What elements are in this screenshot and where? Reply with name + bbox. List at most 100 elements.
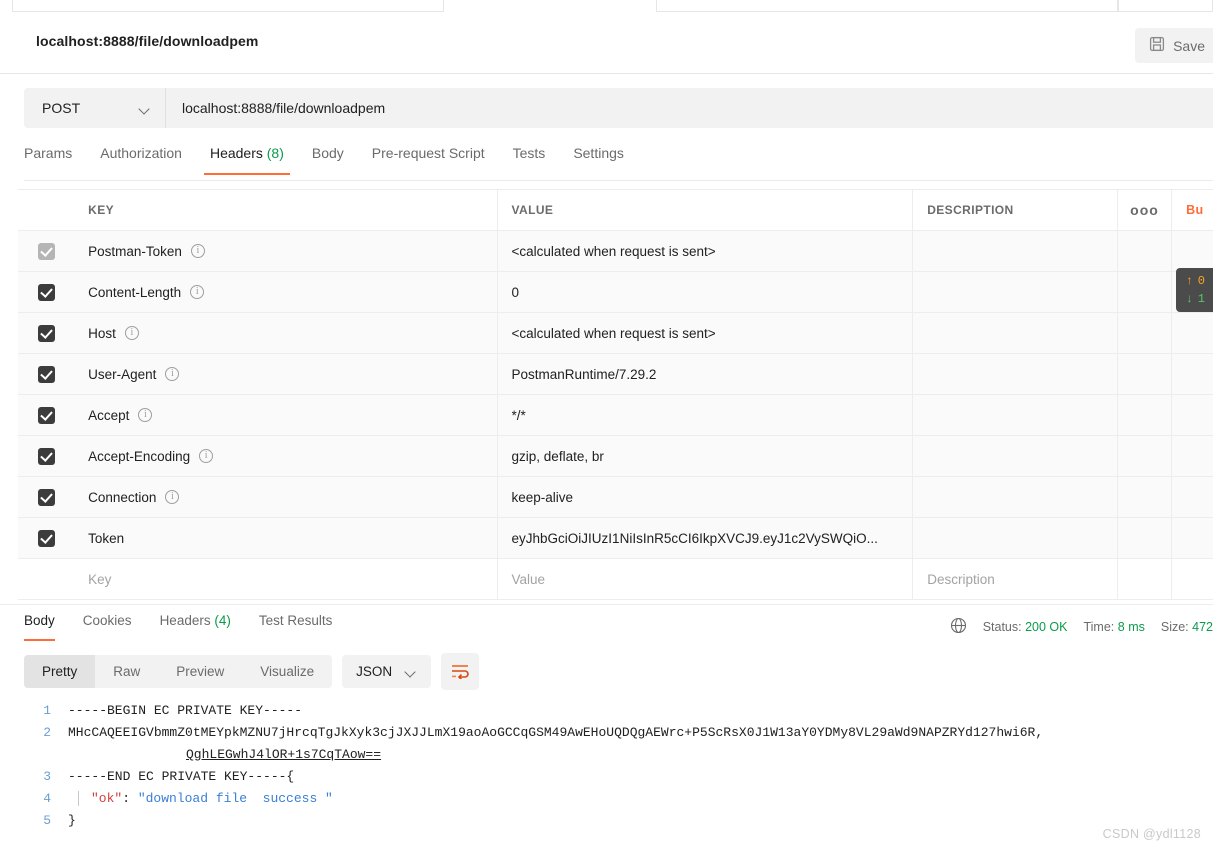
header-key-cell[interactable]: Accept-Encoding i [74,436,498,476]
table-row[interactable]: Connection i keep-alive [18,477,1213,518]
header-key-cell[interactable]: Host i [74,313,498,353]
header-key-cell[interactable]: Postman-Token i [74,231,498,271]
new-header-description-input-placeholder: Description [927,571,995,587]
response-tab-body[interactable]: Body [24,613,69,641]
response-tab-test-results[interactable]: Test Results [245,613,347,641]
column-header-description: DESCRIPTION [913,190,1118,230]
line-number: 4 [43,791,51,806]
view-mode-raw[interactable]: Raw [95,655,158,688]
header-key-cell[interactable]: Connection i [74,477,498,517]
headers-more-options-button[interactable]: ooo [1118,190,1173,230]
globe-icon[interactable] [950,617,967,637]
header-description-cell[interactable] [913,518,1118,558]
floppy-disk-icon [1149,36,1165,55]
browser-tab-strip [0,0,1213,12]
info-icon[interactable]: i [124,326,139,340]
table-row[interactable]: Host i <calculated when request is sent> [18,313,1213,354]
table-row[interactable]: User-Agent i PostmanRuntime/7.29.2 [18,354,1213,395]
header-key-cell[interactable]: User-Agent i [74,354,498,394]
time-label: Time: [1083,620,1115,634]
request-tab-label: Headers [209,145,263,161]
header-enabled-checkbox[interactable] [37,447,55,465]
info-icon[interactable]: i [138,408,153,422]
code-segment: "ok" [91,791,123,806]
new-header-key-input[interactable]: Key [74,559,498,599]
new-header-description-input[interactable]: Description [913,559,1118,599]
request-tab-tests[interactable]: Tests [499,145,560,175]
header-key-cell[interactable]: Content-Length i [74,272,498,312]
header-description-cell[interactable] [913,354,1118,394]
network-traffic-badge[interactable]: ↑ 0 ↓ 1 [1175,268,1213,312]
header-value-cell[interactable]: PostmanRuntime/7.29.2 [498,354,914,394]
info-icon[interactable]: i [199,449,214,463]
code-segment: MHcCAQEEIGVbmmZ0tMEYpkMZNU7jHrcqTgJkXyk3… [68,725,1044,740]
header-key-cell[interactable]: Token [74,518,498,558]
view-mode-preview[interactable]: Preview [158,655,242,688]
url-input[interactable]: localhost:8888/file/downloadpem [166,88,1213,128]
new-header-value-input[interactable]: Value [498,559,914,599]
tab-fragment-2[interactable] [656,0,1118,12]
bulk-edit-link[interactable]: Bu [1172,190,1213,230]
table-row[interactable]: Postman-Token i <calculated when request i… [18,231,1213,272]
header-value-cell[interactable]: <calculated when request is sent> [498,231,914,271]
header-key-text: Host [88,325,116,341]
word-wrap-icon[interactable] [441,653,480,690]
response-body-code[interactable]: 1 -----BEGIN EC PRIVATE KEY----- 2 MHcCAQEE… [18,700,1213,849]
header-value-cell[interactable]: */* [498,395,914,435]
code-line: 4 "ok": "download file success " [18,788,1213,810]
table-row[interactable]: Accept i */* [18,395,1213,436]
request-tab-headers[interactable]: Headers (8) [196,145,298,175]
header-key-text: Postman-Token [88,243,182,259]
fold-guide [78,791,79,806]
header-value-cell[interactable]: keep-alive [498,477,914,517]
header-enabled-checkbox[interactable] [37,529,55,547]
header-description-cell[interactable] [913,436,1118,476]
request-tab-authorization[interactable]: Authorization [86,145,196,175]
header-value-text: eyJhbGciOiJIUzI1NiIsInR5cCI6IkpXVCJ9.eyJ… [511,530,878,546]
header-description-cell[interactable] [913,313,1118,353]
request-tab-body[interactable]: Body [298,145,358,175]
new-header-row[interactable]: Key Value Description [18,559,1213,600]
info-icon[interactable]: i [165,490,180,504]
header-key-text: User-Agent [88,366,157,382]
header-description-cell[interactable] [913,231,1118,271]
header-description-cell[interactable] [913,272,1118,312]
tab-fragment-3[interactable] [1118,0,1213,12]
request-tab-params[interactable]: Params [24,145,86,175]
view-mode-visualize[interactable]: Visualize [242,655,332,688]
header-description-cell[interactable] [913,395,1118,435]
header-value-cell[interactable]: <calculated when request is sent> [498,313,914,353]
request-tab-pre-request-script[interactable]: Pre-request Script [358,145,499,175]
header-enabled-checkbox[interactable] [37,365,55,383]
header-enabled-checkbox[interactable] [37,283,55,301]
table-row[interactable]: Accept-Encoding i gzip, deflate, br [18,436,1213,477]
header-value-cell[interactable]: 0 [498,272,914,312]
header-key-text: Accept [88,407,130,423]
response-tab-headers[interactable]: Headers (4) [146,613,245,641]
header-enabled-checkbox[interactable] [37,324,55,342]
header-key-cell[interactable]: Accept i [74,395,498,435]
watermark: CSDN @ydl1128 [1102,827,1201,841]
header-value-text: 0 [511,284,520,300]
header-enabled-checkbox[interactable] [37,406,55,424]
header-value-text: <calculated when request is sent> [511,325,716,341]
tab-fragment-1[interactable] [12,0,444,12]
code-line-text: MHcCAQEEIGVbmmZ0tMEYpkMZNU7jHrcqTgJkXyk3… [68,722,1043,744]
view-mode-group: Pretty Raw Preview Visualize [24,655,333,688]
info-icon[interactable]: i [190,285,205,299]
info-icon[interactable]: i [165,367,180,381]
http-method-select[interactable]: POST [24,88,166,128]
table-row[interactable]: Content-Length i 0 [18,272,1213,313]
header-value-cell[interactable]: eyJhbGciOiJIUzI1NiIsInR5cCI6IkpXVCJ9.eyJ… [498,518,914,558]
info-icon[interactable]: i [190,244,205,258]
header-description-cell[interactable] [913,477,1118,517]
header-enabled-checkbox[interactable] [37,488,55,506]
view-mode-pretty[interactable]: Pretty [24,655,96,688]
save-button[interactable]: Save [1135,28,1213,63]
request-tab-settings[interactable]: Settings [559,145,638,175]
header-value-cell[interactable]: gzip, deflate, br [498,436,914,476]
time-group: Time: 8 ms [1083,620,1144,634]
table-row[interactable]: Token eyJhbGciOiJIUzI1NiIsInR5cCI6IkpXVCJ… [18,518,1213,559]
response-tab-cookies[interactable]: Cookies [69,613,146,641]
response-format-select[interactable]: JSON [342,655,432,688]
